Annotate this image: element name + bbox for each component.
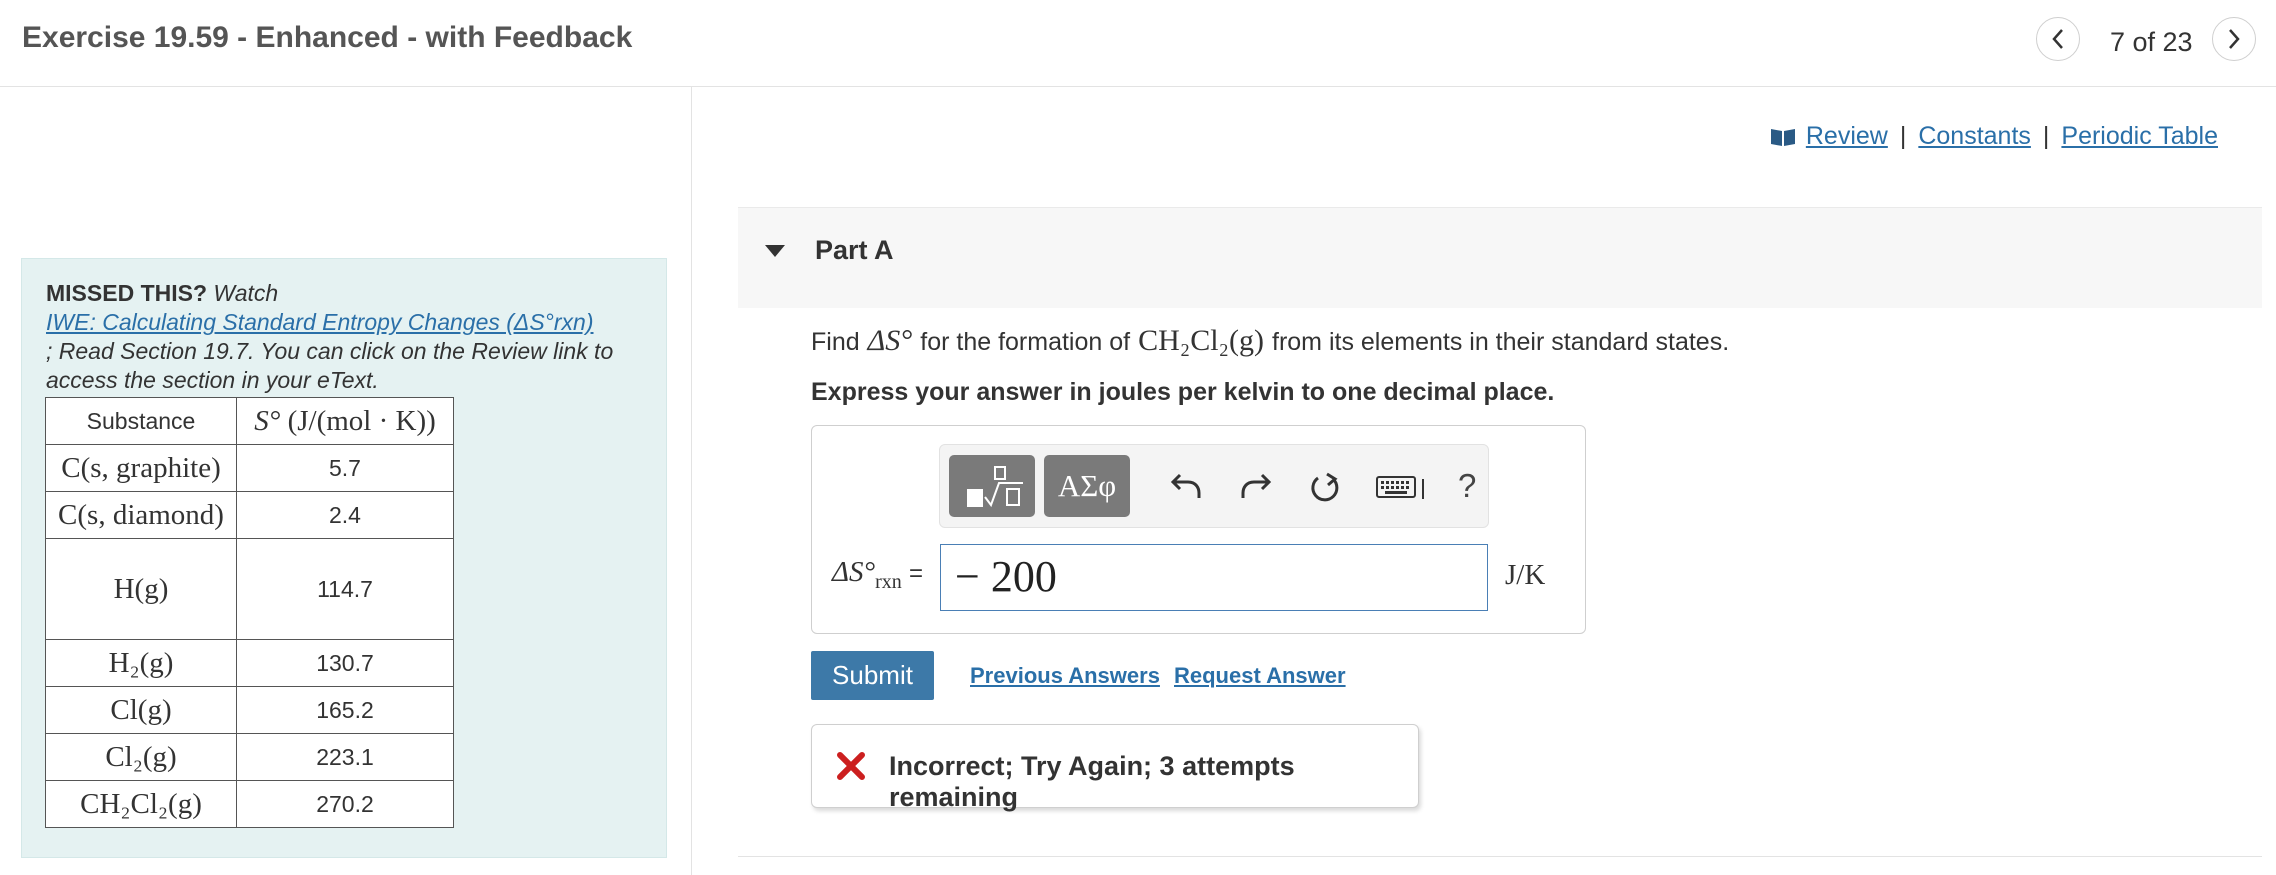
question-find: Find xyxy=(811,328,860,356)
rxn-subscript: rxn xyxy=(875,570,902,593)
templates-button[interactable] xyxy=(949,455,1035,517)
entropy-value-cell: 130.7 xyxy=(236,639,454,687)
missed-this-label: MISSED THIS? xyxy=(46,280,208,306)
keyboard-icon[interactable] xyxy=(1376,475,1430,501)
iwe-video-link[interactable]: IWE: Calculating Standard Entropy Change… xyxy=(46,309,594,335)
equals-sign: = xyxy=(909,560,924,587)
answer-instruction: Express your answer in joules per kelvin… xyxy=(811,378,1555,406)
constants-link[interactable]: Constants xyxy=(1918,122,2031,151)
standard-entropy-table: Substance S° (J/(mol · K)) C(s, graphite… xyxy=(45,397,454,828)
header-standard-entropy: S° (J/(mol · K)) xyxy=(236,397,454,445)
link-separator: | xyxy=(2042,122,2050,150)
missed-this-text: MISSED THIS? Watch IWE: Calculating Stan… xyxy=(46,279,656,395)
table-row: H₂(g) 130.7 xyxy=(45,639,454,687)
bottom-divider xyxy=(738,856,2262,857)
redo-icon[interactable] xyxy=(1240,471,1272,501)
resource-links: Review | Constants | Periodic Table xyxy=(1770,122,2218,151)
table-row: Cl₂(g) 223.1 xyxy=(45,733,454,781)
table-row: C(s, graphite) 5.7 xyxy=(45,444,454,492)
entropy-value-cell: 114.7 xyxy=(236,538,454,640)
missed-this-panel: MISSED THIS? Watch IWE: Calculating Stan… xyxy=(21,258,667,858)
part-a-header[interactable]: Part A xyxy=(738,207,2262,308)
substance-cell: Cl(g) xyxy=(45,686,237,734)
review-link[interactable]: Review xyxy=(1806,122,1888,151)
incorrect-x-icon xyxy=(837,752,865,780)
reset-icon[interactable] xyxy=(1308,471,1342,505)
table-row: H(g) 114.7 xyxy=(45,538,454,640)
entropy-value-cell: 165.2 xyxy=(236,686,454,734)
feedback-text: Incorrect; Try Again; 3 attempts remaini… xyxy=(889,751,1295,812)
substance-cell: CH₂Cl₂(g) xyxy=(45,780,237,828)
delta-s-symbol: ΔS° xyxy=(832,556,876,588)
entropy-value-cell: 270.2 xyxy=(236,780,454,828)
help-icon[interactable]: ? xyxy=(1458,467,1476,505)
table-row: C(s, diamond) 2.4 xyxy=(45,491,454,539)
unit-label: J/K xyxy=(1505,559,1546,591)
next-button[interactable] xyxy=(2212,17,2256,61)
book-icon xyxy=(1770,128,1795,146)
read-section-text: ; Read Section 19.7. You can click on th… xyxy=(46,338,614,393)
header-bar: Exercise 19.59 - Enhanced - with Feedbac… xyxy=(0,0,2276,87)
question-text: Find ΔS° for the formation of CH₂Cl₂(g) … xyxy=(811,324,1729,358)
table-row: Cl(g) 165.2 xyxy=(45,686,454,734)
previous-button[interactable] xyxy=(2036,17,2080,61)
chevron-right-icon xyxy=(2229,29,2240,49)
substance-cell: C(s, diamond) xyxy=(45,491,237,539)
substance-cell: H(g) xyxy=(45,538,237,640)
templates-icon xyxy=(967,466,1023,508)
math-toolbar: ΑΣφ ? xyxy=(939,444,1489,528)
caret-down-icon xyxy=(765,245,785,257)
submit-button[interactable]: Submit xyxy=(811,651,934,700)
pane-divider xyxy=(691,87,692,875)
exercise-title: Exercise 19.59 - Enhanced - with Feedbac… xyxy=(22,21,633,54)
entropy-value-cell: 2.4 xyxy=(236,491,454,539)
page-counter: 7 of 23 xyxy=(2110,27,2193,57)
s-symbol: S° xyxy=(254,404,281,437)
entropy-value-cell: 223.1 xyxy=(236,733,454,781)
part-title: Part A xyxy=(815,235,894,265)
question-middle: for the formation of xyxy=(920,328,1131,356)
periodic-table-link[interactable]: Periodic Table xyxy=(2061,122,2218,151)
substance-cell: Cl₂(g) xyxy=(45,733,237,781)
undo-icon[interactable] xyxy=(1170,471,1202,501)
answer-box: ΑΣφ ? ΔS°rxn = − 200 J/K xyxy=(811,425,1586,634)
question-end: from its elements in their standard stat… xyxy=(1272,328,1730,356)
delta-s-symbol: ΔS° xyxy=(867,324,913,357)
symbols-button[interactable]: ΑΣφ xyxy=(1044,455,1130,517)
previous-answers-link[interactable]: Previous Answers xyxy=(970,663,1160,689)
substance-cell: C(s, graphite) xyxy=(45,444,237,492)
delta-s-rxn-label: ΔS°rxn = xyxy=(832,556,923,594)
request-answer-link[interactable]: Request Answer xyxy=(1174,663,1346,689)
answer-input[interactable]: − 200 xyxy=(940,544,1488,611)
s-units: (J/(mol · K)) xyxy=(287,404,436,437)
header-substance: Substance xyxy=(45,397,237,445)
entropy-value-cell: 5.7 xyxy=(236,444,454,492)
table-header-row: Substance S° (J/(mol · K)) xyxy=(45,397,454,445)
substance-cell: H₂(g) xyxy=(45,639,237,687)
table-row: CH₂Cl₂(g) 270.2 xyxy=(45,780,454,828)
question-compound: CH₂Cl₂(g) xyxy=(1138,324,1264,357)
question-delta-s: ΔS° xyxy=(868,324,913,358)
feedback-box: Incorrect; Try Again; 3 attempts remaini… xyxy=(811,724,1419,812)
chevron-left-icon xyxy=(2052,29,2063,49)
link-separator: | xyxy=(1899,122,1907,150)
watch-text: Watch xyxy=(213,280,279,306)
